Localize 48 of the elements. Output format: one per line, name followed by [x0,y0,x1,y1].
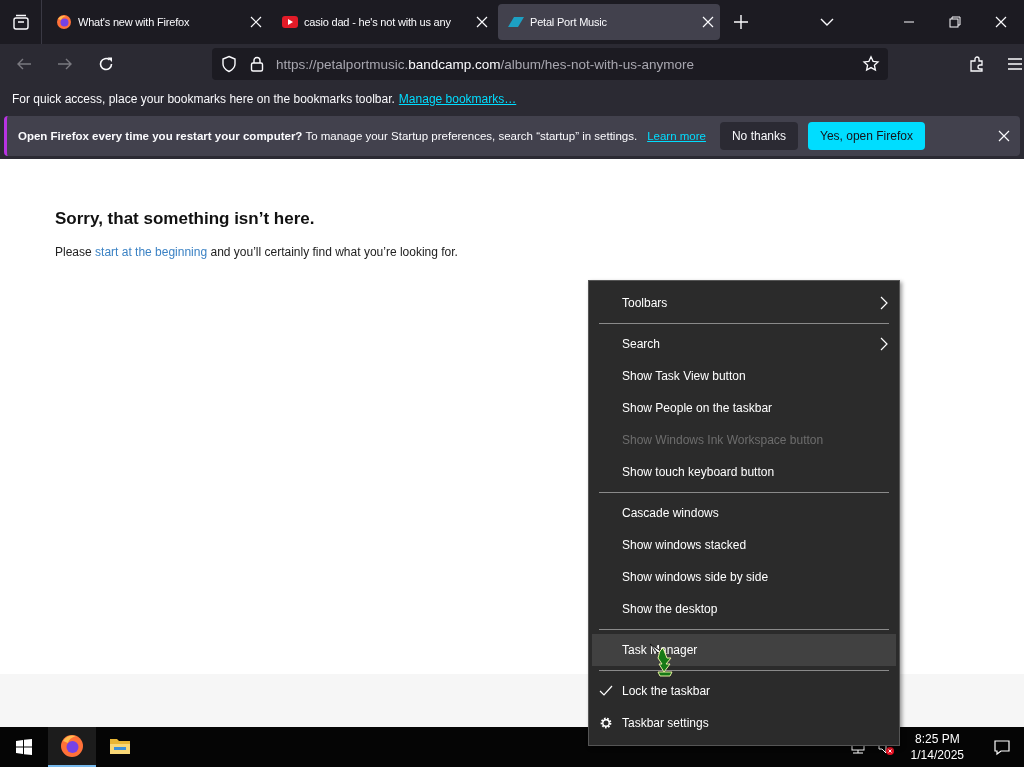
firefox-icon [60,734,84,758]
menu-item[interactable]: Show windows stacked [589,529,899,561]
chevron-right-icon [879,337,889,351]
dismiss-button[interactable]: No thanks [719,122,798,150]
taskbar-app[interactable] [48,727,96,767]
browser-tab[interactable]: Petal Port Music [498,4,720,40]
confirm-button[interactable]: Yes, open Firefox [808,122,925,150]
menu-item[interactable]: Show windows side by side [589,561,899,593]
page-heading: Sorry, that something isn’t here. [55,209,315,229]
shield-icon[interactable] [220,55,239,73]
menu-item[interactable]: Cascade windows [589,497,899,529]
learn-more-link[interactable]: Learn more [647,130,706,142]
menu-item[interactable]: Taskbar settings [589,707,899,739]
checkmark-icon [599,684,613,698]
star-icon[interactable] [862,55,880,73]
menu-item[interactable]: Search [589,328,899,360]
close-icon[interactable] [998,130,1010,142]
firefox-icon [56,14,72,30]
chevron-right-icon [879,296,889,310]
menu-item[interactable]: Show the desktop [589,593,899,625]
close-tab-icon[interactable] [702,16,714,28]
menu-item[interactable]: Lock the taskbar [589,675,899,707]
page-message: Please start at the beginning and you’ll certainly find what you’re looking for. [55,245,459,259]
puzzle-piece-icon[interactable] [968,55,986,73]
start-link[interactable]: start at the beginning [95,245,208,259]
notification-message: Open Firefox every time you restart your computer? To manage your Startup preferences, search “startup” in settings. [18,130,638,142]
parallelogram-icon [508,14,524,30]
video-play-icon [282,14,298,30]
restore-icon[interactable] [949,16,961,28]
menu-item[interactable]: Show Task View button [589,360,899,392]
menu-icon[interactable] [1006,55,1024,73]
bookmarks-hint: For quick access, place your bookmarks here on the bookmarks toolbar. [12,92,395,106]
menu-item[interactable]: Show touch keyboard button [589,456,899,488]
settings-icon [599,716,613,730]
address-bar[interactable]: https://petalportmusic.bandcamp.com/album/hes-not-with-us-anymore [212,48,888,80]
speech-bubble-icon[interactable] [993,738,1011,756]
browser-tab[interactable]: What's new with Firefox [46,4,268,40]
manage-bookmarks-link[interactable]: Manage bookmarks… [398,92,517,106]
menu-item[interactable]: Toolbars [589,287,899,319]
menu-item[interactable]: Show People on the taskbar [589,392,899,424]
close-icon[interactable] [995,16,1007,28]
plus-icon[interactable] [732,13,750,31]
tab-list-icon[interactable] [11,13,30,31]
clock[interactable]: 8:25 PM 1/14/2025 [904,731,970,763]
browser-tab[interactable]: casio dad - he's not with us any [272,4,494,40]
close-tab-icon[interactable] [250,16,262,28]
close-tab-icon[interactable] [476,16,488,28]
windows-logo-icon[interactable] [15,738,33,756]
